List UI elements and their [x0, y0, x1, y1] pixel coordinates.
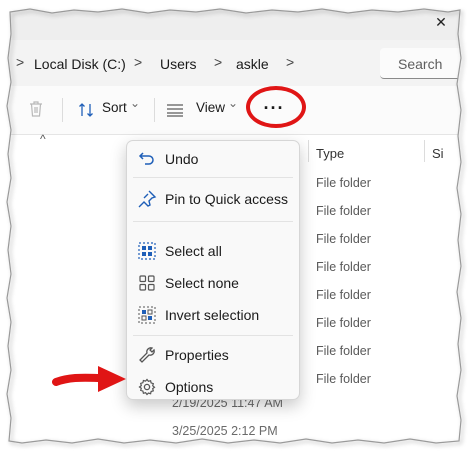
row-type: File folder: [316, 288, 371, 302]
row-type: File folder: [316, 176, 371, 190]
row-type: File folder: [316, 372, 371, 386]
breadcrumb-separator: >: [16, 54, 25, 70]
menu-item-label: Select none: [165, 275, 239, 291]
screenshot: ✕ > Local Disk (C:) > Users > askle > Se…: [0, 0, 475, 463]
column-divider[interactable]: [308, 140, 309, 162]
row-type: File folder: [316, 232, 371, 246]
column-header-size[interactable]: Si: [432, 146, 444, 161]
pin-icon: [138, 190, 157, 208]
menu-item-label: Invert selection: [165, 307, 260, 323]
breadcrumb-separator[interactable]: >: [286, 54, 294, 70]
menu-item-properties[interactable]: Properties: [127, 341, 299, 369]
search-placeholder: Search: [398, 56, 443, 72]
menu-item-pin-to-quick-access[interactable]: Pin to Quick access: [127, 185, 299, 213]
more-icon: ···: [263, 98, 285, 118]
menu-divider: [133, 177, 293, 178]
column-header-type[interactable]: Type: [316, 146, 344, 161]
breadcrumb-askle[interactable]: askle: [236, 56, 269, 72]
more-options-menu: Undo Pin to Quick access Select all Sele…: [126, 140, 300, 400]
file-explorer-window: ✕ > Local Disk (C:) > Users > askle > Se…: [8, 10, 460, 440]
row-date-modified: 3/25/2025 2:12 PM: [172, 424, 278, 438]
toolbar-divider: [154, 98, 155, 122]
sort-button[interactable]: Sort ⌄: [74, 96, 144, 124]
sort-indicator-icon[interactable]: ^: [40, 132, 46, 146]
menu-item-label: Options: [165, 379, 214, 395]
command-bar: Sort ⌄ View ⌄ ···: [8, 86, 460, 135]
menu-divider: [133, 221, 293, 222]
red-arrow: [52, 366, 126, 392]
close-window-button[interactable]: ✕: [434, 15, 448, 29]
menu-item-undo[interactable]: Undo: [127, 145, 299, 173]
row-type: File folder: [316, 204, 371, 218]
menu-item-label: Properties: [165, 347, 229, 363]
select-none-icon: [139, 275, 155, 291]
breadcrumb-separator[interactable]: >: [214, 54, 222, 70]
invert-selection-icon: [138, 306, 156, 324]
column-divider[interactable]: [424, 140, 425, 162]
view-icon: [167, 104, 183, 117]
trash-icon[interactable]: [28, 100, 44, 118]
title-strip: ✕: [8, 10, 460, 40]
breadcrumb-separator[interactable]: >: [134, 54, 142, 70]
menu-item-label: Undo: [165, 151, 199, 167]
sort-icon: [79, 103, 93, 117]
menu-divider: [133, 335, 293, 336]
menu-item-label: Pin to Quick access: [165, 191, 288, 207]
options-icon: [138, 378, 156, 396]
undo-icon: [138, 152, 154, 165]
menu-item-options[interactable]: Options: [127, 373, 299, 401]
menu-item-select-all[interactable]: Select all: [127, 237, 299, 265]
see-more-button[interactable]: ···: [252, 92, 296, 126]
menu-item-select-none[interactable]: Select none: [127, 269, 299, 297]
menu-item-invert-selection[interactable]: Invert selection: [127, 301, 299, 329]
view-button[interactable]: View ⌄: [164, 96, 240, 124]
menu-item-label: Select all: [165, 243, 222, 259]
chevron-down-icon: ⌄: [228, 96, 239, 110]
address-bar: > Local Disk (C:) > Users > askle > Sear…: [8, 40, 460, 86]
toolbar-divider: [62, 98, 63, 122]
breadcrumb-local-disk[interactable]: Local Disk (C:): [34, 56, 126, 72]
row-type: File folder: [316, 344, 371, 358]
breadcrumb-users[interactable]: Users: [160, 56, 197, 72]
properties-icon: [139, 347, 155, 363]
row-type: File folder: [316, 260, 371, 274]
sort-label: Sort: [102, 100, 127, 115]
row-type: File folder: [316, 316, 371, 330]
search-input[interactable]: Search: [380, 48, 460, 79]
view-label: View: [196, 100, 226, 115]
chevron-down-icon: ⌄: [130, 96, 141, 110]
select-all-icon: [138, 242, 156, 260]
